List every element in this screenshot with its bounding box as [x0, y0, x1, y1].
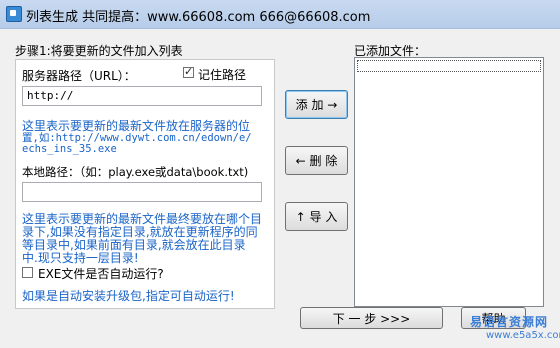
watermark-logo: 易语言资源网	[470, 315, 549, 329]
add-button[interactable]: 添 加 →	[285, 90, 348, 119]
window-title: 列表生成 共同提高：www.66608.com 666@66608.com	[26, 10, 371, 25]
watermark-url: www.e5a5x.com	[486, 330, 560, 341]
autorun-label[interactable]: EXE文件是否自动运行?	[38, 265, 164, 282]
delete-button[interactable]: ← 删 除	[285, 146, 348, 175]
server-path-label: 服务器路径（URL）：	[22, 69, 136, 83]
autorun-checkbox[interactable]	[22, 267, 33, 278]
app-icon	[6, 6, 22, 22]
local-hint-line4: 中.现只支持一层目录!	[22, 251, 139, 265]
local-path-input[interactable]	[22, 182, 262, 202]
title-bar: 列表生成 共同提高：www.66608.com 666@66608.com	[0, 0, 560, 29]
import-button[interactable]: ↑ 导 入	[285, 202, 348, 231]
added-files-list[interactable]	[354, 57, 544, 307]
remember-path-label[interactable]: 记住路径	[198, 66, 246, 83]
remember-path-checkbox[interactable]	[183, 65, 194, 78]
list-focus-row	[357, 60, 541, 72]
server-path-input[interactable]: http://	[22, 86, 262, 106]
next-step-button[interactable]: 下 一 步 >>>	[300, 307, 443, 329]
step-heading: 步骤1:将要更新的文件加入列表	[15, 44, 183, 58]
server-hint-line3: echs_ins_35.exe	[22, 143, 117, 155]
autorun-hint: 如果是自动安装升级包,指定可自动运行!	[22, 289, 235, 303]
local-path-label: 本地路径：（如：play.exe或data\book.txt)	[22, 165, 249, 179]
